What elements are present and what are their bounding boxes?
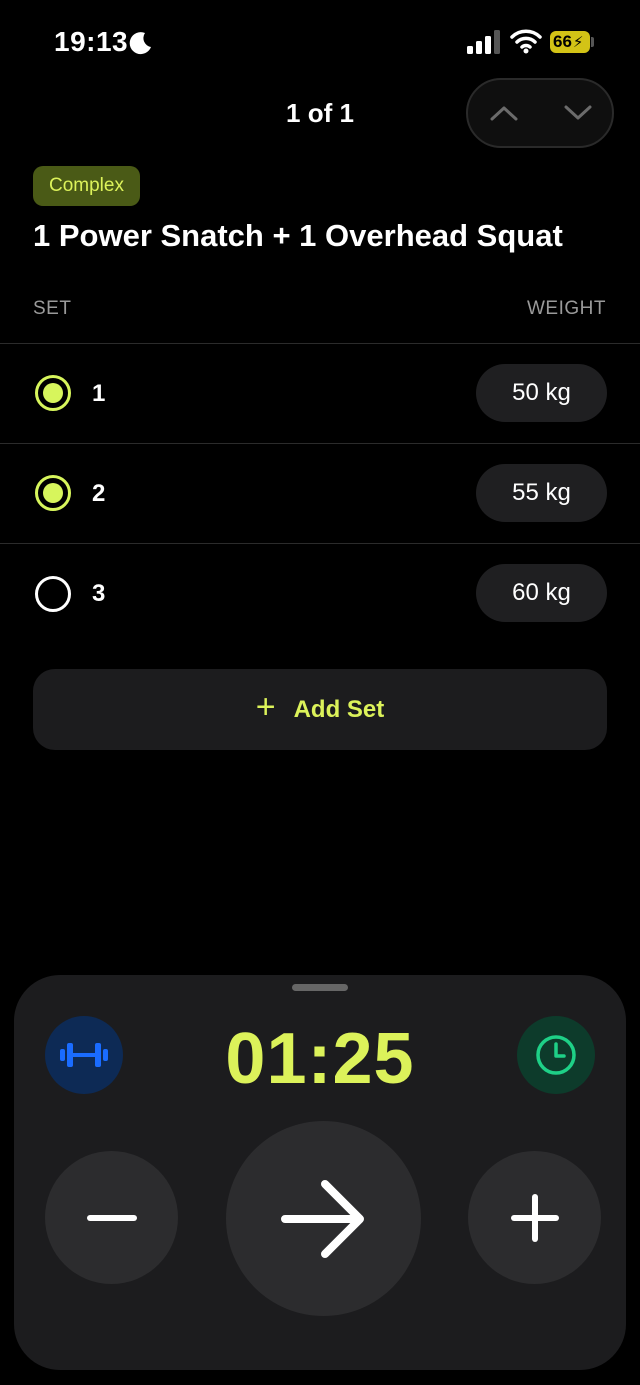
column-header-set: SET xyxy=(33,298,72,319)
clock-icon xyxy=(536,1035,576,1075)
exercise-title: 1 Power Snatch + 1 Overhead Squat xyxy=(33,218,563,253)
weight-field[interactable]: 60 kg xyxy=(476,564,607,622)
plus-icon xyxy=(510,1193,559,1242)
column-header-weight: WEIGHT xyxy=(527,298,606,319)
battery-indicator: 66 ⚡ xyxy=(550,31,590,53)
add-set-button[interactable]: + Add Set xyxy=(33,669,607,750)
battery-tip xyxy=(591,37,594,47)
decrease-time-button[interactable] xyxy=(45,1151,178,1284)
previous-button[interactable] xyxy=(468,80,540,146)
set-row: 3 60 kg xyxy=(0,543,640,643)
set-number: 1 xyxy=(92,380,106,407)
sheet-grabber[interactable] xyxy=(292,984,348,991)
status-time: 19:13 xyxy=(54,26,129,57)
exercise-navigation xyxy=(466,78,614,148)
set-number: 3 xyxy=(92,580,106,607)
add-set-label: Add Set xyxy=(293,695,385,723)
set-row: 1 50 kg xyxy=(0,343,640,443)
set-row: 2 55 kg xyxy=(0,443,640,543)
next-exercise-button[interactable] xyxy=(542,80,614,146)
chevron-up-icon xyxy=(490,106,518,121)
cellular-signal-icon xyxy=(467,30,500,54)
chevron-down-icon xyxy=(564,105,592,120)
next-button[interactable] xyxy=(226,1121,421,1316)
minus-icon xyxy=(86,1214,137,1221)
timer-settings-button[interactable] xyxy=(517,1016,595,1094)
exercise-type-badge: Complex xyxy=(33,166,140,206)
set-number: 2 xyxy=(92,480,106,507)
arrow-right-icon xyxy=(280,1179,364,1258)
moon-icon xyxy=(129,32,151,55)
set-complete-checkbox[interactable] xyxy=(35,375,71,411)
set-complete-checkbox[interactable] xyxy=(35,475,71,511)
battery-level: 66 xyxy=(553,32,572,51)
set-complete-checkbox[interactable] xyxy=(35,576,71,612)
plus-icon: + xyxy=(255,688,276,726)
wifi-icon xyxy=(510,29,542,54)
weight-field[interactable]: 50 kg xyxy=(476,364,607,422)
weight-field[interactable]: 55 kg xyxy=(476,464,607,522)
increase-time-button[interactable] xyxy=(468,1151,601,1284)
charging-icon: ⚡ xyxy=(572,34,584,51)
